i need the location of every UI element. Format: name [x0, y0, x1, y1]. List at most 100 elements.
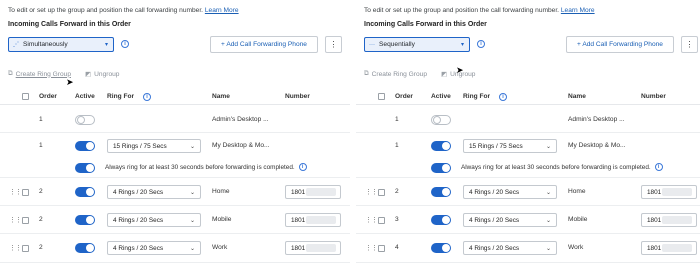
table-header: Order Active Ring For i Name Number — [0, 89, 350, 105]
table-row: 1 15 Rings / 75 Secs ⌄ My Desktop & Mo..… — [356, 134, 700, 178]
always-ring-toggle[interactable] — [431, 163, 451, 173]
table-row: ⋮⋮ 2 4 Rings / 20 Secs ⌄ Work 1801 — [0, 235, 350, 263]
chevron-down-icon: ⌄ — [190, 217, 196, 224]
group-toolbar: ⧉ Create Ring Group ◩ Ungroup — [364, 70, 489, 78]
order-value: 3 — [395, 216, 399, 223]
active-toggle[interactable] — [75, 115, 95, 125]
ring-for-select[interactable]: 4 Rings / 20 Secs ⌄ — [463, 241, 557, 255]
active-toggle[interactable] — [431, 215, 451, 225]
order-value: 4 — [395, 244, 399, 251]
info-icon[interactable]: i — [121, 40, 129, 48]
chevron-down-icon: ⌄ — [546, 189, 552, 196]
more-options-button[interactable]: ⋮ — [681, 36, 698, 53]
number-input[interactable]: 1801 — [641, 185, 697, 199]
name-value: My Desktop & Mo... — [568, 142, 626, 149]
learn-more-link[interactable]: Learn More — [205, 7, 239, 14]
name-value: Home — [212, 188, 230, 195]
name-value: Home — [568, 188, 586, 195]
row-checkbox[interactable] — [22, 217, 29, 224]
drag-handle-icon[interactable]: ⋮⋮ — [365, 244, 378, 252]
name-value: Work — [212, 244, 228, 251]
row-checkbox[interactable] — [378, 217, 385, 224]
order-value: 1 — [39, 116, 43, 123]
drag-handle-icon[interactable]: ⋮⋮ — [9, 216, 22, 224]
more-options-button[interactable]: ⋮ — [325, 36, 342, 53]
info-icon[interactable]: i — [477, 40, 485, 48]
row-checkbox[interactable] — [378, 189, 385, 196]
number-input[interactable]: 1801 — [641, 241, 697, 255]
row-checkbox[interactable] — [22, 189, 29, 196]
info-icon[interactable]: i — [298, 163, 307, 171]
forward-mode-value: Sequentially — [379, 41, 415, 48]
drag-handle-icon[interactable]: ⋮⋮ — [9, 244, 22, 252]
number-value: 1801 — [647, 244, 662, 252]
add-call-forwarding-button[interactable]: + Add Call Forwarding Phone — [566, 36, 674, 53]
ring-for-select[interactable]: 4 Rings / 20 Secs ⌄ — [107, 241, 201, 255]
number-value: 1801 — [291, 244, 306, 252]
ungroup-icon: ◩ — [85, 71, 92, 78]
forward-mode-select[interactable]: ⋰ Simultaneously ▾ — [8, 37, 114, 52]
number-value: 1801 — [291, 188, 306, 196]
active-toggle[interactable] — [75, 187, 95, 197]
drag-handle-icon[interactable]: ⋮⋮ — [365, 216, 378, 224]
active-toggle[interactable] — [431, 115, 451, 125]
select-all-checkbox[interactable] — [22, 93, 29, 100]
table-row: ⋮⋮ 2 4 Rings / 20 Secs ⌄ Mobile 1801 — [0, 207, 350, 234]
ring-for-select[interactable]: 4 Rings / 20 Secs ⌄ — [463, 185, 557, 199]
name-value: My Desktop & Mo... — [212, 142, 270, 149]
number-input[interactable]: 1801 — [641, 213, 697, 227]
drag-handle-icon[interactable]: ⋮⋮ — [9, 188, 22, 196]
forward-mode-value: Simultaneously — [23, 41, 68, 48]
chevron-down-icon: ⌄ — [190, 189, 196, 196]
create-ring-group-button[interactable]: ⧉ Create Ring Group — [8, 70, 71, 78]
row-checkbox[interactable] — [378, 245, 385, 252]
ring-for-select[interactable]: 4 Rings / 20 Secs ⌄ — [107, 185, 201, 199]
select-all-checkbox[interactable] — [378, 93, 385, 100]
active-toggle[interactable] — [75, 141, 95, 151]
ring-for-value: 4 Rings / 20 Secs — [469, 216, 520, 224]
name-header: Name — [212, 93, 230, 100]
create-ring-group-button[interactable]: ⧉ Create Ring Group — [364, 70, 427, 78]
chevron-down-icon: ⌄ — [546, 245, 552, 252]
ring-for-select[interactable]: 4 Rings / 20 Secs ⌄ — [463, 213, 557, 227]
table-row: 1 Admin's Desktop ... — [356, 106, 700, 133]
ring-for-value: 4 Rings / 20 Secs — [113, 188, 164, 196]
ring-for-select[interactable]: 4 Rings / 20 Secs ⌄ — [107, 213, 201, 227]
ungroup-button[interactable]: ◩ Ungroup — [85, 70, 120, 79]
always-ring-toggle[interactable] — [75, 163, 95, 173]
chevron-down-icon: ⌄ — [190, 245, 196, 252]
info-icon[interactable]: i — [654, 163, 663, 171]
ring-for-value: 4 Rings / 20 Secs — [113, 216, 164, 224]
order-header: Order — [39, 93, 57, 100]
order-value: 1 — [39, 142, 43, 149]
always-ring-text: Always ring for at least 30 seconds befo… — [105, 163, 295, 171]
name-value: Mobile — [212, 216, 232, 223]
active-toggle[interactable] — [75, 243, 95, 253]
ungroup-label: Ungroup — [94, 70, 120, 78]
ring-group-icon: ⧉ — [8, 70, 13, 77]
ring-for-info-icon[interactable]: i — [143, 93, 151, 101]
ring-for-value: 15 Rings / 75 Secs — [469, 142, 523, 150]
number-input[interactable]: 1801 — [285, 213, 341, 227]
always-ring-text: Always ring for at least 30 seconds befo… — [461, 163, 651, 171]
ring-for-select[interactable]: 15 Rings / 75 Secs ⌄ — [463, 139, 557, 153]
add-call-forwarding-button[interactable]: + Add Call Forwarding Phone — [210, 36, 318, 53]
ring-for-info-icon[interactable]: i — [499, 93, 507, 101]
chevron-down-icon: ▾ — [461, 42, 465, 48]
number-input[interactable]: 1801 — [285, 241, 341, 255]
active-toggle[interactable] — [431, 187, 451, 197]
ring-for-select[interactable]: 15 Rings / 75 Secs ⌄ — [107, 139, 201, 153]
row-checkbox[interactable] — [22, 245, 29, 252]
name-header: Name — [568, 93, 586, 100]
ring-for-value: 4 Rings / 20 Secs — [113, 244, 164, 252]
active-toggle[interactable] — [431, 243, 451, 253]
active-toggle[interactable] — [75, 215, 95, 225]
number-input[interactable]: 1801 — [285, 185, 341, 199]
learn-more-link[interactable]: Learn More — [561, 7, 595, 14]
forward-mode-select[interactable]: ··· Sequentially ▾ — [364, 37, 470, 52]
name-value: Mobile — [568, 216, 588, 223]
active-header: Active — [75, 93, 95, 100]
order-header: Order — [395, 93, 413, 100]
drag-handle-icon[interactable]: ⋮⋮ — [365, 188, 378, 196]
active-toggle[interactable] — [431, 141, 451, 151]
